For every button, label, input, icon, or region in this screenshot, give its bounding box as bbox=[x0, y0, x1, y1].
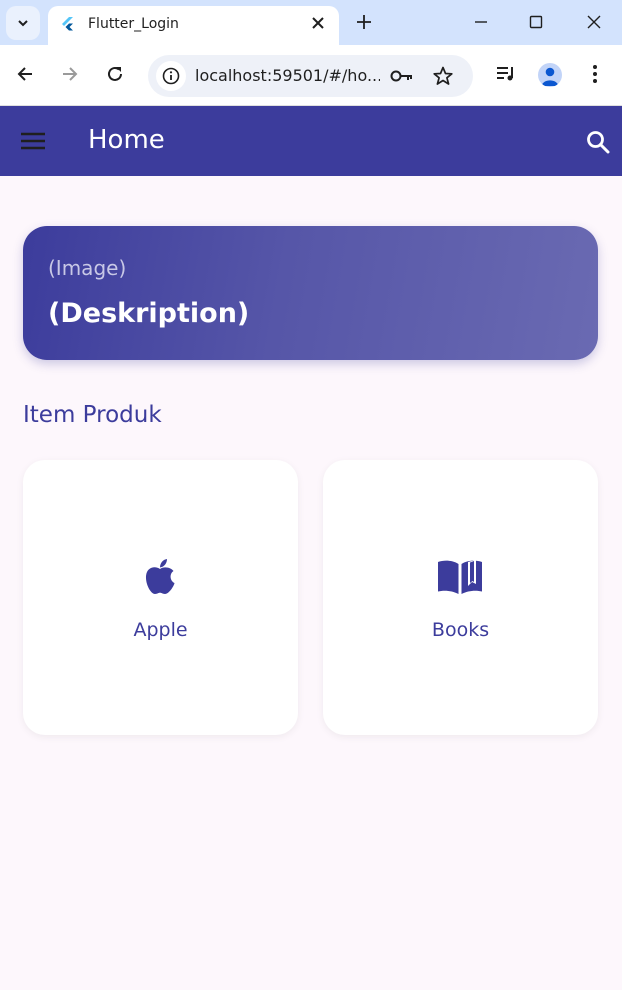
forward-button[interactable] bbox=[57, 61, 83, 87]
reload-button[interactable] bbox=[102, 61, 128, 87]
menu-icon bbox=[21, 132, 45, 150]
product-card-apple[interactable]: Apple bbox=[23, 460, 298, 735]
reload-icon bbox=[108, 66, 122, 81]
minimize-icon bbox=[475, 21, 487, 23]
promo-banner[interactable]: (Image) (Deskription) bbox=[23, 226, 598, 360]
product-card-books[interactable]: Books bbox=[323, 460, 598, 735]
chevron-down-icon bbox=[18, 20, 28, 27]
browser-tab[interactable]: Flutter_Login bbox=[48, 6, 339, 45]
browser-menu-button[interactable] bbox=[582, 61, 608, 87]
person-icon bbox=[541, 67, 559, 86]
password-key-button[interactable] bbox=[390, 64, 414, 88]
star-icon bbox=[433, 66, 453, 85]
bookmark-button[interactable] bbox=[431, 64, 455, 88]
info-icon bbox=[162, 67, 180, 85]
key-icon bbox=[390, 70, 412, 82]
close-icon bbox=[312, 17, 324, 29]
more-vertical-icon bbox=[593, 65, 597, 83]
search-button[interactable] bbox=[584, 128, 612, 156]
tab-close-button[interactable] bbox=[307, 12, 329, 34]
playlist-icon bbox=[497, 67, 513, 81]
page-title: Home bbox=[88, 125, 165, 155]
browser-toolbar: localhost:59501/#/ho... bbox=[0, 45, 622, 106]
flutter-icon bbox=[62, 17, 73, 31]
close-icon bbox=[587, 15, 601, 29]
site-info-button[interactable] bbox=[156, 61, 186, 91]
tab-title: Flutter_Login bbox=[88, 16, 179, 32]
product-label: Apple bbox=[133, 619, 188, 641]
address-bar[interactable]: localhost:59501/#/ho... bbox=[148, 55, 473, 97]
book-icon bbox=[435, 556, 485, 598]
maximize-icon bbox=[529, 15, 543, 29]
section-title: Item Produk bbox=[23, 402, 162, 428]
arrow-right-icon bbox=[63, 67, 78, 81]
new-tab-button[interactable] bbox=[352, 10, 376, 34]
back-button[interactable] bbox=[12, 61, 38, 87]
plus-icon bbox=[357, 15, 371, 29]
arrow-left-icon bbox=[17, 67, 32, 81]
tab-search-button[interactable] bbox=[6, 6, 40, 40]
drawer-menu-button[interactable] bbox=[18, 128, 48, 154]
minimize-button[interactable] bbox=[466, 8, 496, 36]
product-label: Books bbox=[431, 619, 490, 641]
media-controls-button[interactable] bbox=[493, 61, 519, 87]
search-icon bbox=[587, 131, 610, 154]
banner-description: (Deskription) bbox=[48, 298, 250, 329]
banner-image-placeholder: (Image) bbox=[48, 256, 127, 280]
apple-icon bbox=[135, 556, 185, 598]
maximize-button[interactable] bbox=[521, 8, 551, 36]
browser-tab-strip: Flutter_Login bbox=[0, 0, 622, 45]
url-text: localhost:59501/#/ho... bbox=[195, 66, 380, 85]
profile-avatar[interactable] bbox=[538, 63, 562, 87]
app-bar: Home bbox=[0, 106, 622, 176]
close-window-button[interactable] bbox=[579, 8, 609, 36]
